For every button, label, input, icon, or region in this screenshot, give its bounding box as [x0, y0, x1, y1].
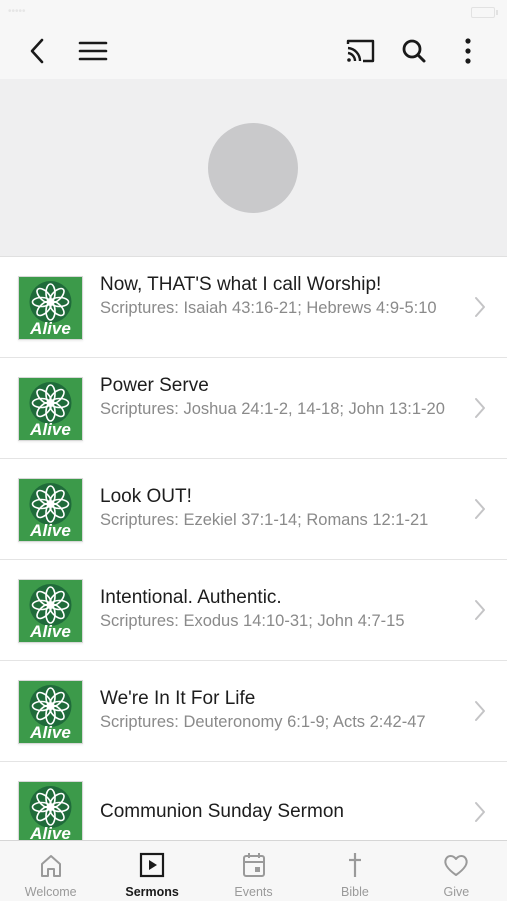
sermon-thumbnail: Alive: [18, 781, 83, 840]
sermon-title: Now, THAT'S what I call Worship!: [100, 274, 382, 295]
tab-label: Bible: [341, 885, 369, 899]
bottom-tab-bar: Welcome Sermons Events Bible Give: [0, 840, 507, 901]
more-options-button[interactable]: [451, 34, 485, 68]
search-icon: [402, 39, 426, 63]
chevron-right-icon: [475, 297, 485, 317]
sermon-text: Intentional. Authentic. Scriptures: Exod…: [100, 586, 451, 632]
thumbnail-label: Alive: [29, 319, 71, 338]
sermon-thumbnail: Alive: [18, 680, 83, 744]
sermon-text: Power Serve Scriptures: Joshua 24:1-2, 1…: [100, 374, 451, 420]
sermon-title: We're In It For Life: [100, 688, 256, 709]
sermon-text: Now, THAT'S what I call Worship! Scriptu…: [100, 273, 451, 319]
hero-banner: [0, 79, 507, 257]
thumbnail-label: Alive: [29, 723, 71, 742]
sermon-scriptures: Scriptures: Joshua 24:1-2, 14-18; John 1…: [100, 400, 445, 418]
chevron-right-icon: [475, 701, 485, 721]
battery-icon: [471, 7, 498, 18]
cast-icon: [346, 39, 375, 63]
sermon-row[interactable]: Alive Communion Sunday Sermon: [0, 762, 507, 840]
tab-label: Give: [443, 885, 470, 899]
tab-welcome[interactable]: Welcome: [0, 841, 101, 901]
sermon-title: Communion Sunday Sermon: [100, 801, 344, 822]
thumbnail-label: Alive: [29, 824, 71, 840]
heart-icon: [444, 855, 469, 876]
thumbnail-label: Alive: [29, 521, 71, 540]
sermon-scriptures: Scriptures: Deuteronomy 6:1-9; Acts 2:42…: [100, 713, 426, 731]
sermon-row[interactable]: Alive Now, THAT'S what I call Worship! S…: [0, 257, 507, 358]
carrier-signal: •••••: [8, 6, 26, 17]
chevron-right-icon: [475, 600, 485, 620]
menu-button[interactable]: [76, 34, 110, 68]
sermon-row[interactable]: Alive Intentional. Authentic. Scriptures…: [0, 560, 507, 661]
chevron-right-icon: [475, 398, 485, 418]
sermon-text: Communion Sunday Sermon: [100, 800, 451, 824]
sermon-scriptures: Scriptures: Exodus 14:10-31; John 4:7-15: [100, 612, 405, 630]
sermon-thumbnail: Alive: [18, 579, 83, 643]
sermon-title: Power Serve: [100, 375, 209, 396]
chevron-right-icon: [475, 499, 485, 519]
tab-give[interactable]: Give: [406, 841, 507, 901]
tab-sermons[interactable]: Sermons: [101, 841, 202, 901]
sermon-row[interactable]: Alive Look OUT! Scriptures: Ezekiel 37:1…: [0, 459, 507, 560]
tab-bible[interactable]: Bible: [304, 841, 405, 901]
tab-label: Events: [234, 885, 273, 899]
sermon-text: We're In It For Life Scriptures: Deutero…: [100, 687, 451, 733]
sermon-text: Look OUT! Scriptures: Ezekiel 37:1-14; R…: [100, 485, 451, 531]
chevron-right-icon: [475, 802, 485, 822]
sermon-title: Look OUT!: [100, 486, 192, 507]
sermon-scriptures: Scriptures: Ezekiel 37:1-14; Romans 12:1…: [100, 511, 429, 529]
sermon-thumbnail: Alive: [18, 478, 83, 542]
sermon-row[interactable]: Alive We're In It For Life Scriptures: D…: [0, 661, 507, 762]
sermon-title: Intentional. Authentic.: [100, 587, 282, 608]
sermon-scriptures: Scriptures: Isaiah 43:16-21; Hebrews 4:9…: [100, 299, 437, 317]
sermon-thumbnail: Alive: [18, 276, 83, 340]
play-icon: [140, 852, 165, 878]
hero-image-placeholder: [208, 123, 298, 213]
sermon-list: Alive Now, THAT'S what I call Worship! S…: [0, 257, 507, 840]
vertical-dots-icon: [465, 38, 471, 64]
tab-events[interactable]: Events: [203, 841, 304, 901]
tab-label: Sermons: [125, 885, 179, 899]
sermon-thumbnail: Alive: [18, 377, 83, 441]
home-icon: [40, 855, 61, 877]
tab-label: Welcome: [24, 885, 77, 899]
thumbnail-label: Alive: [29, 420, 71, 439]
hamburger-icon: [78, 41, 108, 61]
chevron-left-icon: [30, 38, 44, 64]
sermon-row[interactable]: Alive Power Serve Scriptures: Joshua 24:…: [0, 358, 507, 459]
top-toolbar: [0, 22, 507, 79]
cross-icon: [348, 853, 361, 877]
search-button[interactable]: [397, 34, 431, 68]
back-button[interactable]: [20, 34, 54, 68]
thumbnail-label: Alive: [29, 622, 71, 641]
status-bar: •••••: [0, 0, 507, 22]
cast-button[interactable]: [343, 34, 377, 68]
calendar-icon: [242, 853, 265, 877]
